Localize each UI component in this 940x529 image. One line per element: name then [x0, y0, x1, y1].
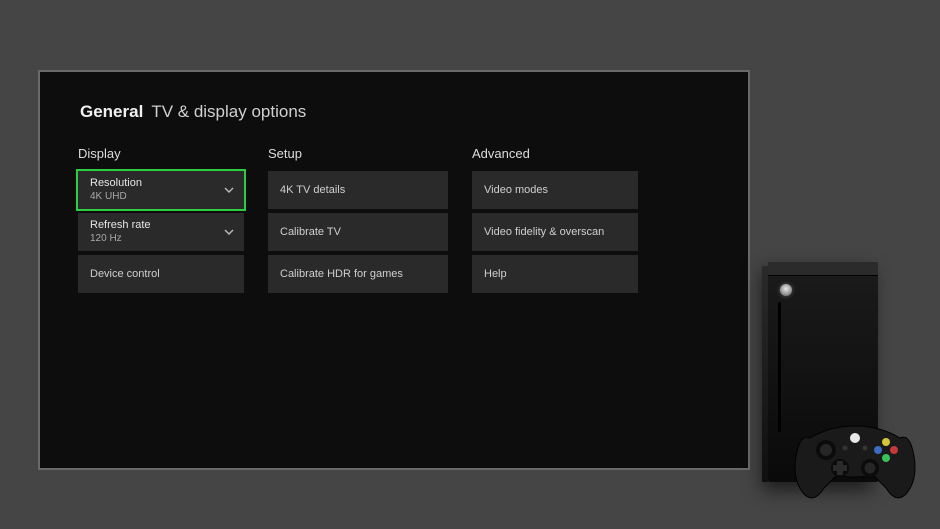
- video-fidelity-tile[interactable]: Video fidelity & overscan: [472, 213, 638, 251]
- refresh-value: 120 Hz: [90, 233, 122, 245]
- settings-columns: Display Resolution 4K UHD Refresh rate 1…: [40, 122, 748, 297]
- calibrate-tv-tile[interactable]: Calibrate TV: [268, 213, 448, 251]
- column-advanced-title: Advanced: [472, 146, 638, 161]
- header-category: General: [80, 102, 143, 122]
- tv-details-tile[interactable]: 4K TV details: [268, 171, 448, 209]
- settings-screen: General TV & display options Display Res…: [38, 70, 750, 470]
- video-fidelity-label: Video fidelity & overscan: [484, 226, 604, 238]
- video-modes-label: Video modes: [484, 184, 548, 196]
- help-label: Help: [484, 268, 507, 280]
- refresh-label: Refresh rate: [90, 219, 151, 232]
- header-title: TV & display options: [151, 102, 306, 122]
- device-control-label: Device control: [90, 268, 160, 280]
- refresh-rate-tile[interactable]: Refresh rate 120 Hz: [78, 213, 244, 251]
- resolution-tile[interactable]: Resolution 4K UHD: [78, 171, 244, 209]
- console-side-panel: [762, 266, 768, 482]
- column-display: Display Resolution 4K UHD Refresh rate 1…: [78, 146, 244, 297]
- device-control-tile[interactable]: Device control: [78, 255, 244, 293]
- page-header: General TV & display options: [40, 72, 748, 122]
- column-setup-title: Setup: [268, 146, 448, 161]
- xbox-logo-icon: [780, 284, 792, 296]
- resolution-label: Resolution: [90, 177, 142, 190]
- calibrate-tv-label: Calibrate TV: [280, 226, 341, 238]
- xbox-controller-image: [790, 418, 920, 504]
- console-disc-slot: [778, 302, 781, 432]
- resolution-value: 4K UHD: [90, 191, 127, 203]
- chevron-down-icon: [224, 185, 234, 195]
- help-tile[interactable]: Help: [472, 255, 638, 293]
- column-setup: Setup 4K TV details Calibrate TV Calibra…: [268, 146, 448, 297]
- calibrate-hdr-tile[interactable]: Calibrate HDR for games: [268, 255, 448, 293]
- calibrate-hdr-label: Calibrate HDR for games: [280, 268, 403, 280]
- console-top-vent: [768, 262, 878, 276]
- chevron-down-icon: [224, 227, 234, 237]
- video-modes-tile[interactable]: Video modes: [472, 171, 638, 209]
- column-advanced: Advanced Video modes Video fidelity & ov…: [472, 146, 638, 297]
- column-display-title: Display: [78, 146, 244, 161]
- tv-details-label: 4K TV details: [280, 184, 345, 196]
